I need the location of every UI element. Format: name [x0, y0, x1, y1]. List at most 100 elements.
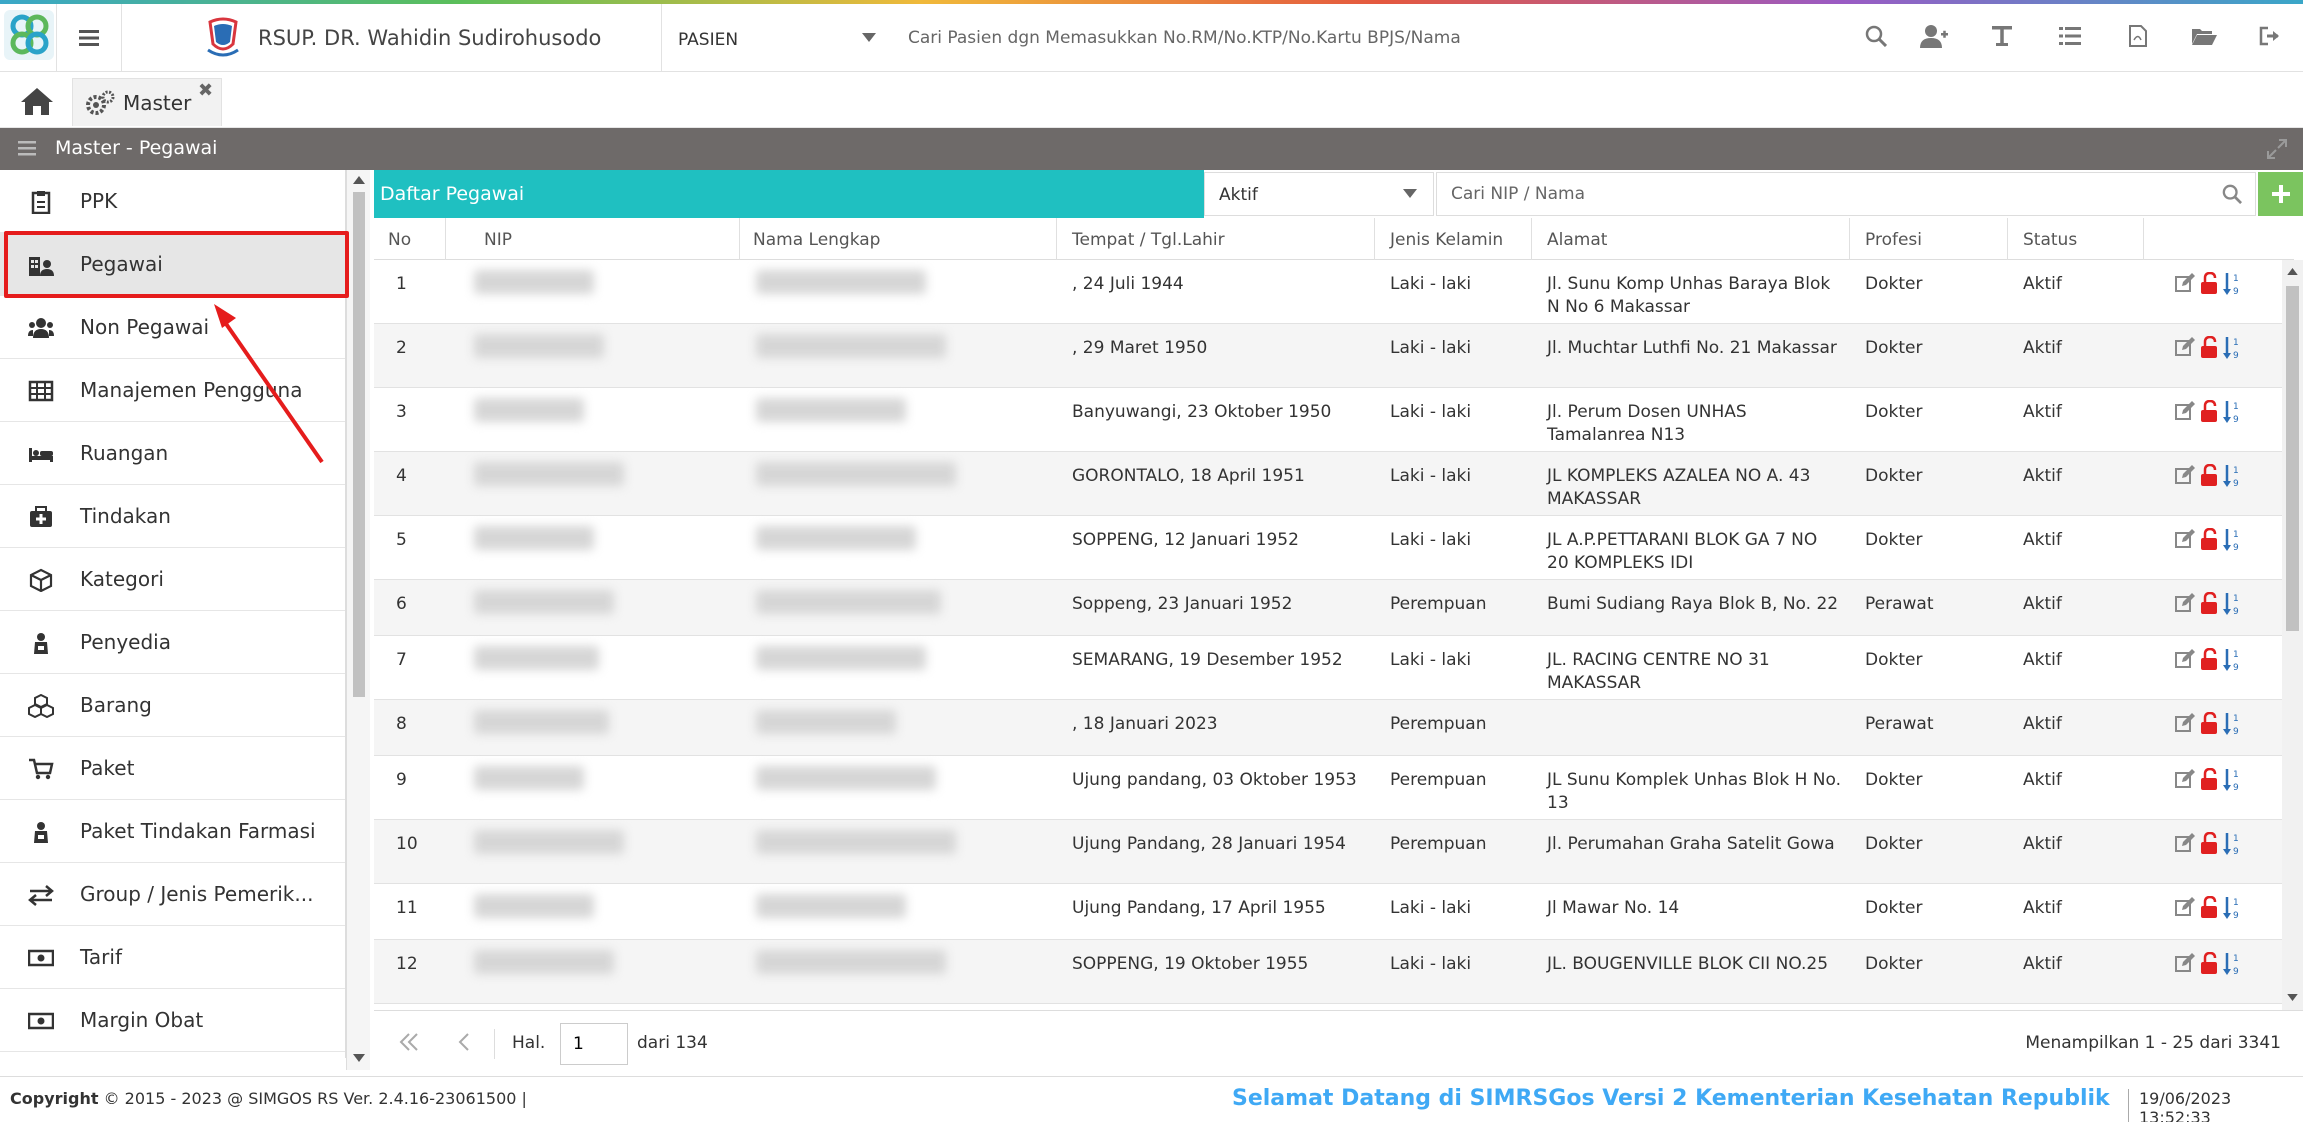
edit-icon[interactable] [2174, 528, 2196, 550]
sidebar-item-paket-tindakan-farmasi[interactable]: Paket Tindakan Farmasi [0, 800, 345, 863]
edit-icon[interactable] [2174, 336, 2196, 358]
column-header-profesi[interactable]: Profesi [1865, 230, 1922, 250]
sidebar-scroll-thumb[interactable] [353, 192, 365, 697]
scroll-down-icon[interactable] [353, 1054, 365, 1062]
column-header-jenis-kelamin[interactable]: Jenis Kelamin [1390, 230, 1503, 250]
employee-search-input[interactable] [1436, 172, 2256, 216]
patient-mode-select[interactable]: PASIEN [662, 4, 886, 72]
unlock-icon[interactable] [2200, 400, 2218, 422]
unlock-icon[interactable] [2200, 464, 2218, 486]
folder-open-icon[interactable] [2190, 22, 2218, 50]
sidebar-item-tindakan[interactable]: Tindakan [0, 485, 345, 548]
table-row[interactable]: 3 Banyuwangi, 23 Oktober 1950 Laki - laki J… [374, 388, 2282, 452]
unlock-icon[interactable] [2200, 272, 2218, 294]
sidebar-item-barang[interactable]: Barang [0, 674, 345, 737]
hamburger-menu-button[interactable] [56, 4, 122, 72]
cell-ttl: , 18 Januari 2023 [1072, 714, 1218, 734]
sort-numeric-icon[interactable]: 19 [2222, 896, 2242, 922]
sidebar-item-penyedia[interactable]: Penyedia [0, 611, 345, 674]
table-row[interactable]: 5 SOPPENG, 12 Januari 1952 Laki - laki JL A… [374, 516, 2282, 580]
edit-icon[interactable] [2174, 464, 2196, 486]
close-icon[interactable]: ✖ [198, 80, 213, 101]
search-icon[interactable] [2222, 184, 2242, 204]
sidebar-item-group-jenis-pemeriksaan[interactable]: Group / Jenis Pemerik... [0, 863, 345, 926]
unlock-icon[interactable] [2200, 528, 2218, 550]
edit-icon[interactable] [2174, 712, 2196, 734]
table-row[interactable]: 2 , 29 Maret 1950 Laki - laki Jl. Muchtar L… [374, 324, 2282, 388]
scroll-up-icon[interactable] [353, 176, 365, 184]
table-row[interactable]: 1 , 24 Juli 1944 Laki - laki Jl. Sunu Komp … [374, 260, 2282, 324]
scroll-down-icon[interactable] [2287, 994, 2298, 1001]
sort-numeric-icon[interactable]: 19 [2222, 592, 2242, 618]
table-row[interactable]: 8 , 18 Januari 2023 Perempuan Perawat Aktif 1… [374, 700, 2282, 756]
column-header-nama[interactable]: Nama Lengkap [753, 230, 880, 250]
edit-icon[interactable] [2174, 832, 2196, 854]
unlock-icon[interactable] [2200, 832, 2218, 854]
unlock-icon[interactable] [2200, 768, 2218, 790]
home-button[interactable] [20, 86, 54, 116]
edit-icon[interactable] [2174, 952, 2196, 974]
edit-icon[interactable] [2174, 648, 2196, 670]
table-row[interactable]: 12 SOPPENG, 19 Oktober 1955 Laki - laki JL.… [374, 940, 2282, 1004]
sort-numeric-icon[interactable]: 19 [2222, 952, 2242, 978]
table-row[interactable]: 9 Ujung pandang, 03 Oktober 1953 Perempuan… [374, 756, 2282, 820]
search-icon[interactable] [1862, 22, 1890, 50]
column-header-status[interactable]: Status [2023, 230, 2077, 250]
unlock-icon[interactable] [2200, 952, 2218, 974]
table-row[interactable]: 4 GORONTALO, 18 April 1951 Laki - laki JL K… [374, 452, 2282, 516]
table-row[interactable]: 10 Ujung Pandang, 28 Januari 1954 Perempua… [374, 820, 2282, 884]
expand-icon[interactable] [2266, 138, 2288, 160]
table-scroll-thumb[interactable] [2286, 286, 2299, 631]
column-header-nip[interactable]: NIP [484, 230, 512, 250]
first-page-icon[interactable] [398, 1031, 420, 1053]
sidebar-item-ppk[interactable]: PPK [0, 170, 345, 233]
scroll-up-icon[interactable] [2287, 268, 2298, 275]
edit-icon[interactable] [2174, 400, 2196, 422]
sort-numeric-icon[interactable]: 19 [2222, 712, 2242, 738]
sort-numeric-icon[interactable]: 19 [2222, 464, 2242, 490]
column-header-no[interactable]: No [388, 230, 411, 250]
column-header-alamat[interactable]: Alamat [1547, 230, 1607, 250]
sort-numeric-icon[interactable]: 19 [2222, 528, 2242, 554]
sort-numeric-icon[interactable]: 19 [2222, 832, 2242, 858]
table-row[interactable]: 7 SEMARANG, 19 Desember 1952 Laki - laki JL… [374, 636, 2282, 700]
unlock-icon[interactable] [2200, 648, 2218, 670]
patient-search-input[interactable] [886, 4, 1846, 72]
collapse-menu-icon[interactable] [18, 140, 36, 156]
table-scrollbar[interactable] [2282, 260, 2303, 1010]
edit-icon[interactable] [2174, 768, 2196, 790]
column-header-ttl[interactable]: Tempat / Tgl.Lahir [1072, 230, 1225, 250]
sign-out-icon[interactable] [2256, 22, 2284, 50]
add-user-icon[interactable] [1920, 22, 1948, 50]
unlock-icon[interactable] [2200, 896, 2218, 918]
list-icon[interactable] [2056, 22, 2084, 50]
previous-page-icon[interactable] [456, 1031, 472, 1053]
sort-numeric-icon[interactable]: 19 [2222, 336, 2242, 362]
cell-no: 12 [396, 954, 418, 974]
pdf-file-icon[interactable] [2124, 22, 2152, 50]
sidebar-item-tarif[interactable]: Tarif [0, 926, 345, 989]
text-icon[interactable] [1988, 22, 2016, 50]
unlock-icon[interactable] [2200, 592, 2218, 614]
table-row[interactable]: 6 Soppeng, 23 Januari 1952 Perempuan Bumi S… [374, 580, 2282, 636]
sort-numeric-icon[interactable]: 19 [2222, 648, 2242, 674]
sidebar-item-margin-obat[interactable]: Margin Obat [0, 989, 345, 1052]
table-row[interactable]: 11 Ujung Pandang, 17 April 1955 Laki - lak… [374, 884, 2282, 940]
add-employee-button[interactable] [2258, 172, 2303, 216]
edit-icon[interactable] [2174, 896, 2196, 918]
app-logo-icon[interactable] [4, 10, 54, 60]
sort-numeric-icon[interactable]: 19 [2222, 400, 2242, 426]
sort-numeric-icon[interactable]: 19 [2222, 272, 2242, 298]
exchange-icon [28, 885, 54, 906]
sidebar-item-kategori[interactable]: Kategori [0, 548, 345, 611]
edit-icon[interactable] [2174, 592, 2196, 614]
page-number-input[interactable] [560, 1023, 628, 1065]
sidebar-scrollbar[interactable] [346, 170, 370, 1070]
status-filter-select[interactable]: Aktif [1204, 172, 1434, 216]
unlock-icon[interactable] [2200, 712, 2218, 734]
unlock-icon[interactable] [2200, 336, 2218, 358]
sort-numeric-icon[interactable]: 19 [2222, 768, 2242, 794]
edit-icon[interactable] [2174, 272, 2196, 294]
sidebar-item-paket[interactable]: Paket [0, 737, 345, 800]
blurred-nip [474, 590, 614, 614]
